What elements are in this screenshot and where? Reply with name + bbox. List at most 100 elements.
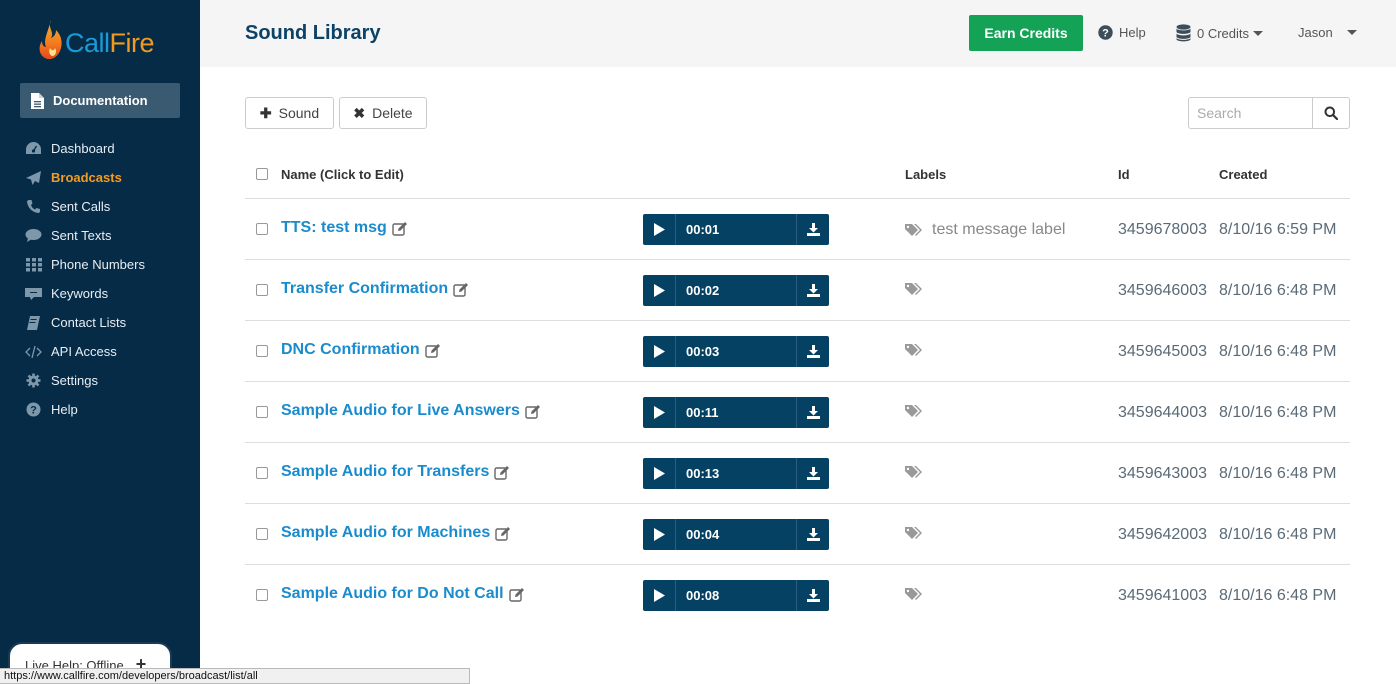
row-checkbox[interactable]: [256, 223, 268, 235]
sound-name-link[interactable]: Sample Audio for Transfers: [281, 463, 510, 481]
table-header: Name (Click to Edit) Labels Id Created: [245, 154, 1350, 199]
credits-dropdown[interactable]: 0 Credits: [1176, 24, 1264, 42]
documentation-button[interactable]: Documentation: [20, 83, 180, 118]
duration: 00:02: [686, 283, 720, 298]
row-checkbox[interactable]: [256, 345, 268, 357]
sound-name: Sample Audio for Machines: [281, 524, 491, 541]
edit-icon[interactable]: [494, 465, 510, 480]
edit-icon[interactable]: [424, 343, 441, 358]
sound-name: TTS: test msg: [281, 219, 387, 236]
tags-icon[interactable]: [905, 343, 924, 357]
sidebar-item-keywords[interactable]: Keywords: [0, 279, 200, 308]
column-header-labels[interactable]: Labels: [905, 167, 946, 182]
search-button[interactable]: [1312, 97, 1350, 129]
close-icon: ✖: [353, 104, 366, 121]
play-button[interactable]: [643, 214, 676, 245]
edit-icon[interactable]: [495, 526, 511, 541]
download-button[interactable]: [796, 275, 829, 306]
sound-name-link[interactable]: TTS: test msg: [281, 219, 408, 237]
tags-icon[interactable]: [905, 223, 924, 237]
sidebar-item-sent-texts[interactable]: Sent Texts: [0, 221, 200, 250]
row-checkbox[interactable]: [256, 589, 268, 601]
tags-icon[interactable]: [905, 404, 924, 418]
play-icon: [653, 589, 665, 602]
label-text: test message label: [932, 221, 1066, 238]
play-button[interactable]: [643, 458, 676, 489]
sidebar-item-help[interactable]: ? Help: [0, 395, 200, 424]
gear-icon: [25, 372, 42, 389]
edit-icon[interactable]: [525, 404, 541, 419]
address-book-icon: [25, 314, 42, 331]
download-button[interactable]: [796, 580, 829, 611]
sidebar-item-contact-lists[interactable]: Contact Lists: [0, 308, 200, 337]
edit-icon[interactable]: [508, 587, 525, 602]
row-checkbox[interactable]: [256, 284, 268, 296]
edit-icon[interactable]: [453, 282, 469, 297]
play-button[interactable]: [643, 519, 676, 550]
sidebar-item-dashboard[interactable]: Dashboard: [0, 134, 200, 163]
question-circle-icon: ?: [1098, 25, 1113, 40]
search-icon: [1324, 106, 1338, 120]
chat-bubble-icon: [25, 227, 42, 244]
tags-icon[interactable]: [905, 587, 924, 601]
sidebar-item-sent-calls[interactable]: Sent Calls: [0, 192, 200, 221]
sidebar-item-api-access[interactable]: API Access: [0, 337, 200, 366]
search-input[interactable]: [1188, 97, 1312, 129]
add-sound-button[interactable]: ✚ Sound: [245, 97, 334, 129]
download-button[interactable]: [796, 458, 829, 489]
tags-icon[interactable]: [905, 526, 924, 540]
sound-name-link[interactable]: Sample Audio for Live Answers: [281, 402, 541, 420]
user-name: Jason: [1298, 25, 1333, 40]
labels-cell: [905, 526, 932, 540]
callfire-logo[interactable]: CallFire: [38, 18, 155, 62]
table-row: DNC Confirmation 00:03 3459645003 8/10/1…: [245, 321, 1350, 382]
caret-down-icon: [1253, 30, 1264, 36]
play-button[interactable]: [643, 275, 676, 306]
select-all-checkbox[interactable]: [256, 168, 268, 180]
delete-button[interactable]: ✖ Delete: [339, 97, 427, 129]
sound-id: 3459645003: [1118, 343, 1207, 360]
sound-name-link[interactable]: DNC Confirmation: [281, 341, 441, 359]
play-button[interactable]: [643, 580, 676, 611]
labels-cell: [905, 465, 932, 479]
sound-id: 3459642003: [1118, 526, 1207, 543]
play-button[interactable]: [643, 397, 676, 428]
sidebar-item-settings[interactable]: Settings: [0, 366, 200, 395]
audio-player: 00:08: [643, 580, 829, 611]
sound-name: Sample Audio for Do Not Call: [281, 585, 504, 602]
help-link[interactable]: ? Help: [1098, 25, 1146, 40]
column-header-created[interactable]: Created: [1219, 167, 1267, 182]
sound-name-link[interactable]: Sample Audio for Do Not Call: [281, 585, 525, 603]
sidebar-item-broadcasts[interactable]: Broadcasts: [0, 163, 200, 192]
audio-player: 00:03: [643, 336, 829, 367]
earn-credits-button[interactable]: Earn Credits: [969, 15, 1083, 51]
row-checkbox[interactable]: [256, 467, 268, 479]
column-header-name[interactable]: Name (Click to Edit): [281, 167, 404, 182]
play-button[interactable]: [643, 336, 676, 367]
download-button[interactable]: [796, 336, 829, 367]
table-row: TTS: test msg 00:01 test message label 3…: [245, 199, 1350, 260]
play-icon: [653, 284, 665, 297]
sound-table: Name (Click to Edit) Labels Id Created T…: [245, 154, 1350, 626]
table-row: Sample Audio for Do Not Call 00:08 34596…: [245, 565, 1350, 626]
play-icon: [653, 528, 665, 541]
edit-icon[interactable]: [392, 221, 408, 236]
sound-name-link[interactable]: Sample Audio for Machines: [281, 524, 511, 542]
download-button[interactable]: [796, 397, 829, 428]
created-date: 8/10/16 6:59 PM: [1219, 221, 1337, 238]
sound-name-link[interactable]: Transfer Confirmation: [281, 280, 469, 298]
download-button[interactable]: [796, 214, 829, 245]
duration: 00:08: [686, 588, 720, 603]
created-date: 8/10/16 6:48 PM: [1219, 404, 1337, 421]
audio-player: 00:13: [643, 458, 829, 489]
user-menu[interactable]: Jason: [1298, 25, 1357, 40]
sidebar-item-phone-numbers[interactable]: Phone Numbers: [0, 250, 200, 279]
row-checkbox[interactable]: [256, 528, 268, 540]
tags-icon[interactable]: [905, 282, 924, 296]
sound-id: 3459646003: [1118, 282, 1207, 299]
row-checkbox[interactable]: [256, 406, 268, 418]
column-header-id[interactable]: Id: [1118, 167, 1130, 182]
download-button[interactable]: [796, 519, 829, 550]
tags-icon[interactable]: [905, 465, 924, 479]
table-row: Sample Audio for Machines 00:04 34596420…: [245, 504, 1350, 565]
